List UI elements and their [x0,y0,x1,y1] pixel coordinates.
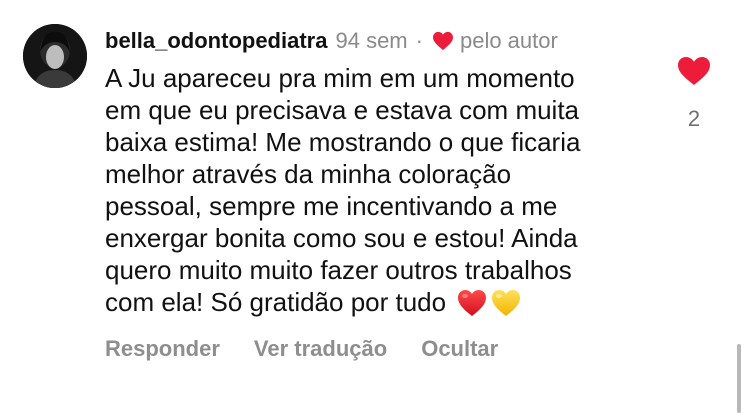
comment-line: enxergar bonita como sou e estou! Ainda [105,223,578,253]
like-count: 2 [687,106,701,131]
like-heart-icon[interactable] [676,55,712,87]
hide-button[interactable]: Ocultar [421,336,498,362]
comment-line: com ela! Só gratidão por tudo [105,287,447,317]
comment-line: pessoal, sempre me incentivando a me [105,191,558,221]
username[interactable]: bella_odontopediatra [105,28,327,54]
comment-time: 94 sem [335,28,408,53]
comment-header: bella_odontopediatra 94 sem · pelo autor [105,26,558,56]
comment-last-line: com ela! Só gratidão por tudo [105,286,665,318]
liked-by-author-heart-icon [432,31,453,51]
comment-text: A Ju apareceu pra mim em um momento em q… [105,62,665,318]
comment-line: baixa estima! Me mostrando o que ficaria [105,127,581,157]
reply-button[interactable]: Responder [105,336,220,362]
see-translation-button[interactable]: Ver tradução [254,336,387,362]
separator-dot: · [415,28,423,53]
comment-line: melhor através da minha coloração [105,159,512,189]
liked-by-author-label: pelo autor [459,28,558,53]
comment-line: A Ju apareceu pra mim em um momento [105,63,575,93]
comment-line: quero muito muito fazer outros trabalhos [105,255,572,285]
red-heart-emoji-icon [458,290,487,316]
yellow-heart-emoji-icon [492,290,521,316]
profile-photo [23,24,87,88]
comment-actions: Responder Ver tradução Ocultar [105,336,498,362]
comment-line: em que eu precisava e estava com muita [105,95,580,125]
scrollbar[interactable] [737,344,741,413]
avatar[interactable] [23,24,87,88]
